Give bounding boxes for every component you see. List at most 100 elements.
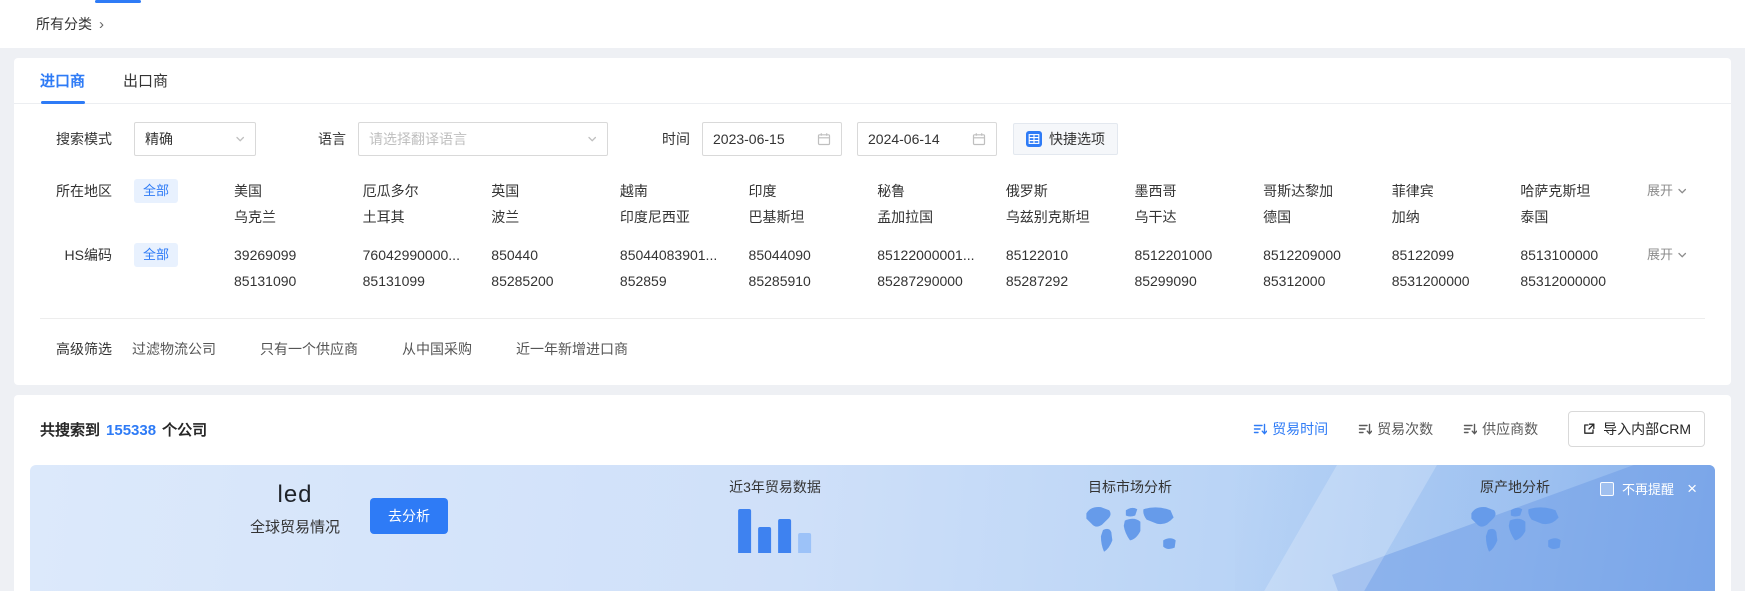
hs-code-option[interactable]: 85131090 bbox=[234, 268, 353, 294]
sort-trade-time[interactable]: 贸易时间 bbox=[1253, 419, 1328, 439]
language-label: 语言 bbox=[318, 129, 346, 149]
region-option[interactable]: 英国 bbox=[491, 178, 610, 204]
region-option[interactable]: 越南 bbox=[620, 178, 739, 204]
hs-code-expand-link[interactable]: 展开 bbox=[1647, 242, 1717, 268]
region-option[interactable]: 哥斯达黎加 bbox=[1263, 178, 1382, 204]
hs-code-option[interactable]: 85122000001... bbox=[877, 242, 996, 268]
dismiss-checkbox[interactable] bbox=[1600, 482, 1614, 496]
region-option[interactable]: 乌克兰 bbox=[234, 204, 353, 230]
quick-options-button[interactable]: 快捷选项 bbox=[1013, 123, 1118, 155]
tab-importers[interactable]: 进口商 bbox=[40, 58, 85, 103]
hs-code-option[interactable]: 8513100000 bbox=[1520, 242, 1639, 268]
region-option[interactable]: 美国 bbox=[234, 178, 353, 204]
region-option[interactable]: 俄罗斯 bbox=[1006, 178, 1125, 204]
hs-code-option[interactable]: 85044090 bbox=[749, 242, 868, 268]
search-mode-label: 搜索模式 bbox=[40, 129, 112, 149]
region-option[interactable]: 印度 bbox=[749, 178, 868, 204]
advanced-filter-option[interactable]: 近一年新增进口商 bbox=[516, 339, 628, 359]
advanced-filter-options: 过滤物流公司 只有一个供应商 从中国采购 近一年新增进口商 bbox=[132, 339, 628, 359]
hs-code-option[interactable]: 85044083901... bbox=[620, 242, 739, 268]
hs-code-option[interactable]: 39269099 bbox=[234, 242, 353, 268]
region-option[interactable]: 德国 bbox=[1263, 204, 1382, 230]
feature-trade-data: 近3年贸易数据 bbox=[729, 477, 821, 553]
filter-row: 搜索模式 精确 语言 请选择翻译语言 时间 2023-06-15 2024-06… bbox=[14, 122, 1731, 156]
advanced-filter-label: 高级筛选 bbox=[40, 339, 112, 359]
sort-supplier-count-label: 供应商数 bbox=[1482, 419, 1538, 439]
hs-code-option[interactable]: 85285200 bbox=[491, 268, 610, 294]
region-all-tag[interactable]: 全部 bbox=[134, 179, 178, 203]
region-expand-link[interactable]: 展开 bbox=[1647, 178, 1717, 204]
advanced-filter-option[interactable]: 从中国采购 bbox=[402, 339, 472, 359]
region-label: 所在地区 bbox=[40, 178, 112, 204]
hs-code-option[interactable]: 85122099 bbox=[1392, 242, 1511, 268]
chevron-down-icon bbox=[1677, 186, 1687, 196]
hs-code-option[interactable]: 8531200000 bbox=[1392, 268, 1511, 294]
breadcrumb-all-categories[interactable]: 所有分类 bbox=[36, 14, 92, 34]
breadcrumb-bar: 所有分类 › bbox=[0, 0, 1745, 48]
hs-code-option[interactable]: 85122010 bbox=[1006, 242, 1125, 268]
banner-subtitle: 全球贸易情况 bbox=[250, 516, 340, 537]
chevron-down-icon bbox=[587, 134, 597, 144]
start-date-input[interactable]: 2023-06-15 bbox=[702, 122, 842, 156]
feature-origin: 原产地分析 bbox=[1463, 477, 1567, 560]
import-crm-button[interactable]: 导入内部CRM bbox=[1568, 411, 1705, 447]
results-count-suffix: 个公司 bbox=[162, 422, 207, 439]
import-crm-label: 导入内部CRM bbox=[1603, 419, 1691, 439]
region-option[interactable]: 哈萨克斯坦 bbox=[1520, 178, 1639, 204]
end-date-input[interactable]: 2024-06-14 bbox=[857, 122, 997, 156]
region-option[interactable]: 波兰 bbox=[491, 204, 610, 230]
analyze-button[interactable]: 去分析 bbox=[370, 498, 448, 534]
world-map-icon bbox=[1463, 503, 1567, 557]
banner-keyword-block: led 全球贸易情况 去分析 bbox=[250, 481, 448, 537]
hs-code-option[interactable]: 85312000 bbox=[1263, 268, 1382, 294]
hs-code-option[interactable]: 850440 bbox=[491, 242, 610, 268]
feature-target-market: 目标市场分析 bbox=[1078, 477, 1182, 560]
hs-code-filter-row: HS编码 全部 3926909976042990000...8504408504… bbox=[14, 242, 1731, 294]
advanced-filter-row: 高级筛选 过滤物流公司 只有一个供应商 从中国采购 近一年新增进口商 bbox=[14, 319, 1731, 385]
sort-supplier-count[interactable]: 供应商数 bbox=[1463, 419, 1538, 439]
region-option[interactable]: 巴基斯坦 bbox=[749, 204, 868, 230]
region-option[interactable]: 秘鲁 bbox=[877, 178, 996, 204]
language-select[interactable]: 请选择翻译语言 bbox=[358, 122, 608, 156]
region-option[interactable]: 泰国 bbox=[1520, 204, 1639, 230]
results-card: 共搜索到155338个公司 贸易时间 贸易次数 供应商数 导入内部CRM bbox=[14, 395, 1731, 591]
hs-code-option[interactable]: 85131099 bbox=[363, 268, 482, 294]
banner-keyword: led bbox=[250, 481, 340, 509]
region-expand-label: 展开 bbox=[1647, 178, 1673, 204]
region-option[interactable]: 菲律宾 bbox=[1392, 178, 1511, 204]
hs-code-option[interactable]: 85312000000 bbox=[1520, 268, 1639, 294]
time-label: 时间 bbox=[662, 129, 690, 149]
hs-code-option[interactable]: 852859 bbox=[620, 268, 739, 294]
results-count-number: 155338 bbox=[106, 422, 156, 439]
advanced-filter-option[interactable]: 过滤物流公司 bbox=[132, 339, 216, 359]
advanced-filter-option[interactable]: 只有一个供应商 bbox=[260, 339, 358, 359]
export-icon bbox=[1582, 422, 1596, 436]
hs-code-option[interactable]: 85299090 bbox=[1134, 268, 1253, 294]
search-mode-select[interactable]: 精确 bbox=[134, 122, 256, 156]
results-count: 共搜索到155338个公司 bbox=[40, 419, 207, 440]
hs-code-option[interactable]: 76042990000... bbox=[363, 242, 482, 268]
sort-icon bbox=[1358, 422, 1372, 436]
region-option[interactable]: 孟加拉国 bbox=[877, 204, 996, 230]
region-option[interactable]: 土耳其 bbox=[363, 204, 482, 230]
hs-code-option[interactable]: 8512209000 bbox=[1263, 242, 1382, 268]
hs-code-option[interactable]: 85285910 bbox=[749, 268, 868, 294]
chevron-down-icon bbox=[235, 134, 245, 144]
close-icon[interactable]: × bbox=[1687, 480, 1697, 497]
region-option[interactable]: 乌兹别克斯坦 bbox=[1006, 204, 1125, 230]
dismiss-label: 不再提醒 bbox=[1622, 479, 1674, 498]
hs-code-option[interactable]: 85287290000 bbox=[877, 268, 996, 294]
hs-code-all-tag[interactable]: 全部 bbox=[134, 243, 178, 267]
sort-trade-time-label: 贸易时间 bbox=[1272, 419, 1328, 439]
sort-trade-count[interactable]: 贸易次数 bbox=[1358, 419, 1433, 439]
region-option[interactable]: 乌干达 bbox=[1134, 204, 1253, 230]
region-option[interactable]: 加纳 bbox=[1392, 204, 1511, 230]
region-option[interactable]: 厄瓜多尔 bbox=[363, 178, 482, 204]
hs-code-option[interactable]: 85287292 bbox=[1006, 268, 1125, 294]
sort-icon bbox=[1253, 422, 1267, 436]
region-option[interactable]: 印度尼西亚 bbox=[620, 204, 739, 230]
tab-exporters[interactable]: 出口商 bbox=[123, 58, 168, 103]
bar-chart-icon bbox=[729, 505, 821, 553]
region-option[interactable]: 墨西哥 bbox=[1134, 178, 1253, 204]
hs-code-option[interactable]: 8512201000 bbox=[1134, 242, 1253, 268]
